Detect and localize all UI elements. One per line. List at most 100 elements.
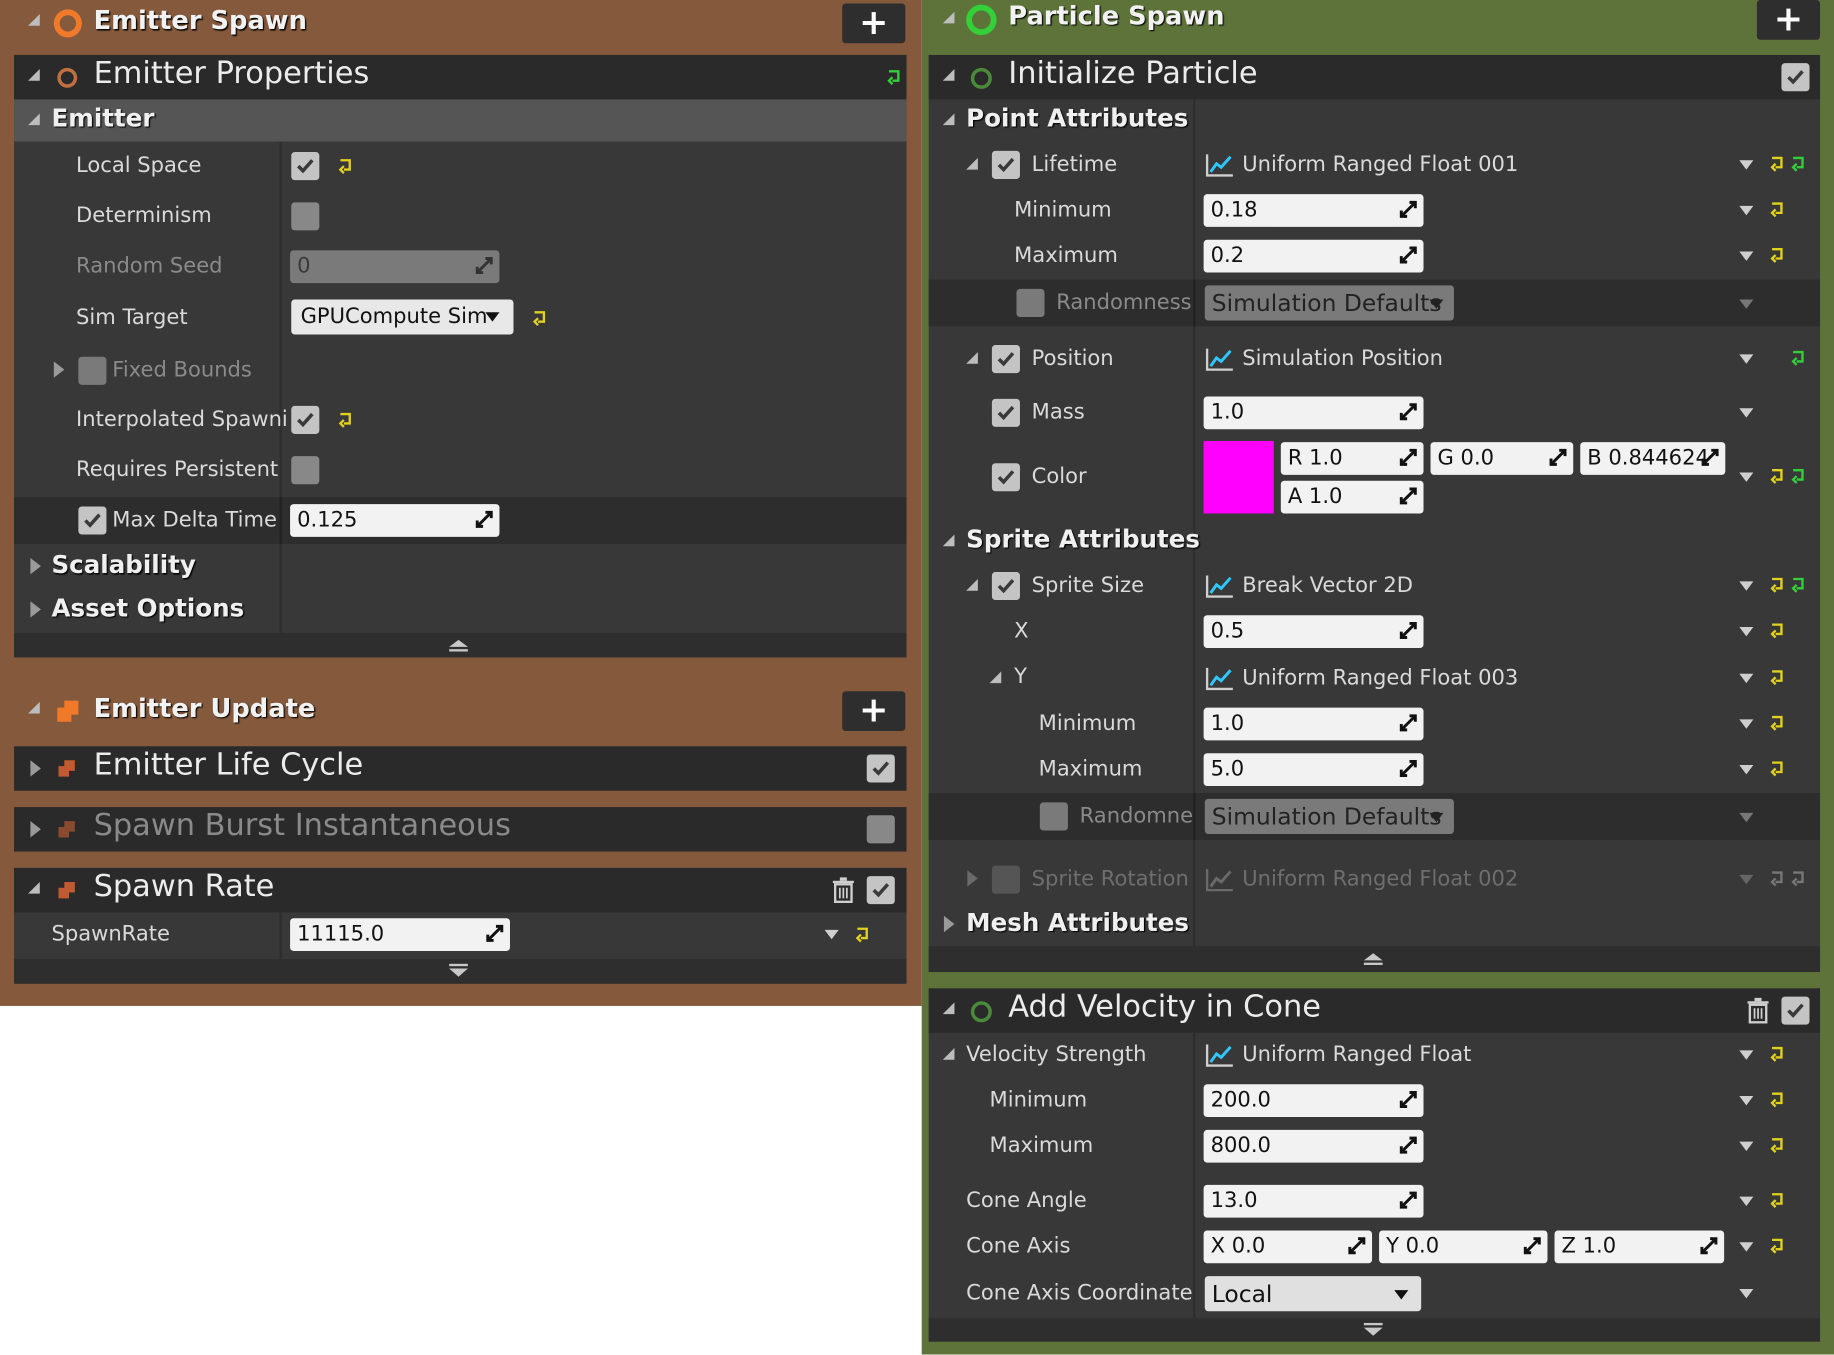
- reset-icon[interactable]: [1769, 247, 1788, 263]
- chevron-down-icon[interactable]: [1739, 719, 1754, 729]
- collapse-arrow-icon[interactable]: [942, 69, 955, 81]
- color-a-field[interactable]: A 1.0: [1280, 480, 1424, 514]
- lifetime-value[interactable]: Uniform Ranged Float 001: [1242, 152, 1518, 178]
- drag-handle-icon[interactable]: [1399, 1090, 1418, 1109]
- chevron-down-icon[interactable]: [1739, 764, 1754, 775]
- sprite-size-y-value[interactable]: Uniform Ranged Float 003: [1242, 666, 1518, 692]
- reset-icon[interactable]: [1769, 715, 1788, 731]
- collapse-arrow-icon[interactable]: [989, 671, 1002, 684]
- emitter-life-cycle-module[interactable]: Emitter Life Cycle: [14, 746, 907, 791]
- chevron-down-icon[interactable]: [824, 929, 839, 940]
- reset-icon[interactable]: [1769, 760, 1788, 777]
- drag-handle-icon[interactable]: [1399, 759, 1418, 778]
- emitter-update-header[interactable]: Emitter Update +: [0, 688, 922, 735]
- drag-handle-icon[interactable]: [1549, 448, 1568, 467]
- collapse-arrow-icon[interactable]: [942, 1048, 955, 1060]
- collapse-arrow-icon[interactable]: [28, 881, 40, 894]
- drag-handle-icon[interactable]: [475, 510, 494, 529]
- expand-arrow-icon[interactable]: [943, 915, 955, 933]
- collapse-arrow-icon[interactable]: [966, 157, 978, 170]
- point-attributes-label[interactable]: Point Attributes: [966, 105, 1188, 131]
- collapse-arrow-icon[interactable]: [28, 69, 40, 81]
- collapse-bar[interactable]: [14, 632, 907, 658]
- collapse-bar[interactable]: [14, 959, 907, 984]
- collapse-arrow-icon[interactable]: [28, 701, 40, 714]
- color-r-field[interactable]: R 1.0: [1280, 442, 1424, 475]
- drag-handle-icon[interactable]: [1523, 1236, 1542, 1255]
- drag-handle-icon[interactable]: [1399, 1191, 1418, 1210]
- chevron-down-icon[interactable]: [1739, 472, 1754, 482]
- spawn-burst-module[interactable]: Spawn Burst Instantaneous: [14, 807, 907, 852]
- cone-axis-coordinate-dropdown[interactable]: Local: [1204, 1276, 1422, 1312]
- expand-arrow-icon[interactable]: [967, 870, 978, 887]
- scalability-label[interactable]: Scalability: [51, 552, 195, 578]
- requires-persistent-checkbox[interactable]: [291, 456, 320, 485]
- chevron-down-icon[interactable]: [1739, 160, 1754, 170]
- chevron-down-icon[interactable]: [1739, 1141, 1754, 1151]
- position-value[interactable]: Simulation Position: [1242, 346, 1443, 372]
- reset-icon[interactable]: [1790, 577, 1809, 593]
- emitter-properties-header[interactable]: Emitter Properties: [14, 54, 907, 100]
- emitter-spawn-header[interactable]: Emitter Spawn +: [0, 0, 922, 47]
- chevron-down-icon[interactable]: [1739, 581, 1754, 591]
- cone-angle-field[interactable]: 13.0: [1203, 1184, 1424, 1218]
- module-enabled-checkbox[interactable]: [1781, 63, 1810, 92]
- add-module-button[interactable]: +: [1756, 0, 1821, 40]
- collapse-arrow-icon[interactable]: [942, 11, 955, 24]
- cone-axis-y-field[interactable]: Y 0.0: [1379, 1230, 1548, 1264]
- collapse-up-icon[interactable]: [1362, 951, 1385, 967]
- color-swatch[interactable]: [1203, 440, 1274, 514]
- collapse-arrow-icon[interactable]: [966, 352, 978, 364]
- reset-icon[interactable]: [1769, 1192, 1788, 1208]
- chevron-down-icon[interactable]: [1739, 1196, 1754, 1206]
- reset-icon[interactable]: [885, 69, 904, 86]
- drag-handle-icon[interactable]: [1347, 1236, 1366, 1255]
- particle-spawn-header[interactable]: Particle Spawn +: [922, 0, 1834, 42]
- drag-handle-icon[interactable]: [1399, 1136, 1418, 1155]
- collapse-up-icon[interactable]: [447, 637, 470, 653]
- expand-arrow-icon[interactable]: [30, 557, 41, 575]
- category-emitter-row[interactable]: Emitter: [14, 99, 907, 142]
- velocity-strength-value[interactable]: Uniform Ranged Float: [1242, 1042, 1471, 1068]
- add-module-button[interactable]: +: [842, 3, 906, 44]
- drag-handle-icon[interactable]: [1701, 448, 1720, 467]
- drag-handle-icon[interactable]: [1399, 402, 1418, 421]
- sim-target-dropdown[interactable]: GPUCompute Sim: [291, 299, 514, 335]
- add-velocity-header[interactable]: Add Velocity in Cone: [928, 988, 1821, 1033]
- max-delta-checkbox[interactable]: [78, 506, 107, 535]
- collapse-down-icon[interactable]: [447, 963, 470, 979]
- reset-icon[interactable]: [1769, 156, 1788, 172]
- cone-axis-z-field[interactable]: Z 1.0: [1554, 1230, 1725, 1264]
- max-delta-field[interactable]: 0.125: [290, 504, 500, 537]
- mesh-attributes-label[interactable]: Mesh Attributes: [966, 910, 1189, 936]
- mass-checkbox[interactable]: [991, 398, 1020, 427]
- module-enabled-checkbox[interactable]: [866, 815, 895, 844]
- chevron-down-icon[interactable]: [1739, 1095, 1754, 1106]
- reset-icon[interactable]: [1790, 350, 1809, 366]
- drag-handle-icon[interactable]: [1700, 1236, 1719, 1255]
- lifetime-checkbox[interactable]: [991, 150, 1020, 179]
- expand-arrow-icon[interactable]: [30, 601, 41, 618]
- drag-handle-icon[interactable]: [1399, 200, 1418, 219]
- module-enabled-checkbox[interactable]: [1781, 996, 1810, 1025]
- drag-handle-icon[interactable]: [485, 924, 504, 943]
- reset-icon[interactable]: [854, 926, 873, 943]
- trash-icon[interactable]: [832, 877, 855, 904]
- sprite-attributes-label[interactable]: Sprite Attributes: [966, 526, 1200, 552]
- interpolated-spawning-checkbox[interactable]: [291, 405, 320, 434]
- sprite-size-checkbox[interactable]: [991, 571, 1020, 601]
- trash-icon[interactable]: [1746, 997, 1769, 1024]
- spawn-rate-field[interactable]: 11115.0: [290, 918, 510, 951]
- cone-axis-x-field[interactable]: X 0.0: [1203, 1230, 1373, 1264]
- collapse-arrow-icon[interactable]: [28, 14, 40, 26]
- reset-icon[interactable]: [1769, 669, 1788, 686]
- velocity-minimum-field[interactable]: 200.0: [1203, 1084, 1424, 1118]
- expand-arrow-icon[interactable]: [53, 361, 65, 378]
- y-maximum-field[interactable]: 5.0: [1203, 753, 1424, 787]
- chevron-down-icon[interactable]: [1739, 626, 1754, 637]
- drag-handle-icon[interactable]: [1399, 714, 1418, 733]
- collapse-arrow-icon[interactable]: [942, 534, 955, 547]
- drag-handle-icon[interactable]: [1399, 246, 1418, 265]
- sprite-size-value[interactable]: Break Vector 2D: [1242, 573, 1413, 599]
- chevron-down-icon[interactable]: [1739, 205, 1754, 216]
